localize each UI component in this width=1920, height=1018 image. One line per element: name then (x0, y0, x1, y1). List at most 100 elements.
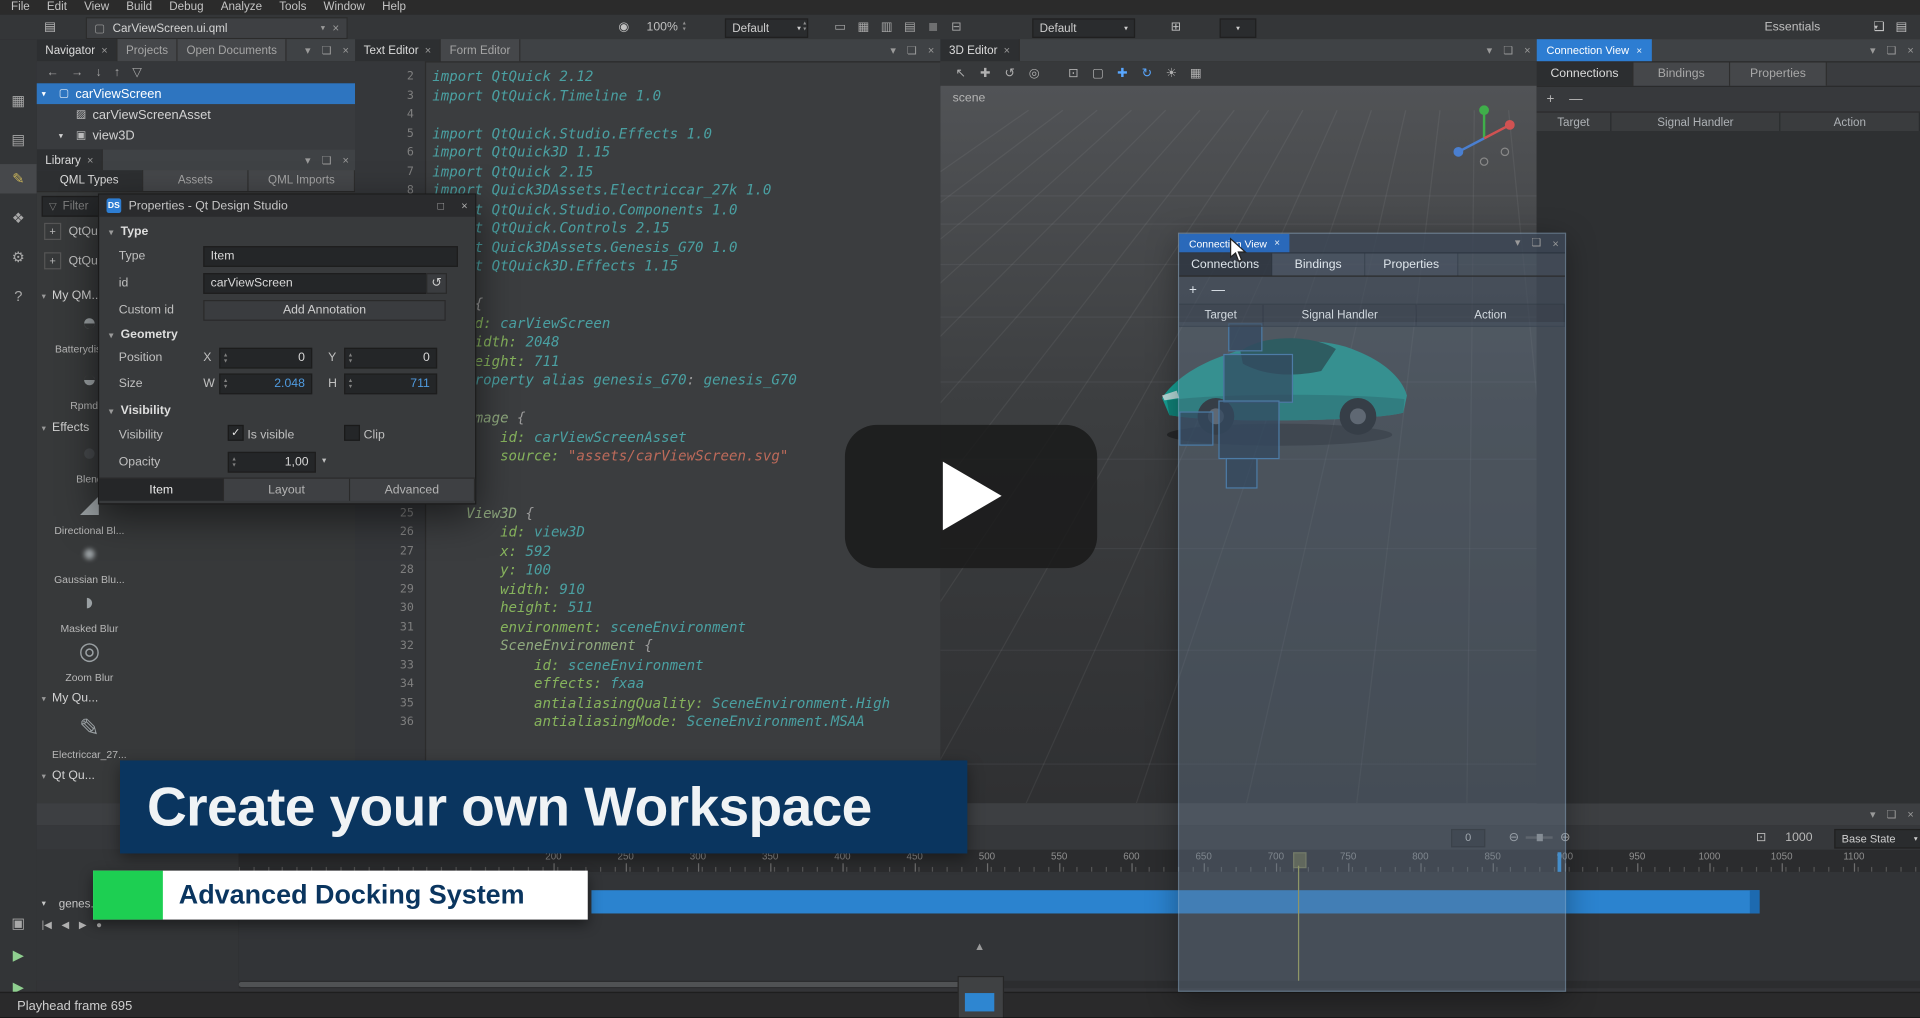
navigator-tab-open-documents[interactable]: Open Documents (178, 39, 287, 61)
chevron-down-icon[interactable]: ▾ (42, 89, 53, 99)
display-icon[interactable]: ▣ (0, 909, 37, 938)
editor-tab-text-editor[interactable]: Text Editor× (355, 39, 441, 61)
camera-tool[interactable]: ▢ (1087, 64, 1108, 84)
add-annotation-button[interactable]: Add Annotation (203, 300, 445, 321)
tab-bindings[interactable]: Bindings (1272, 253, 1365, 275)
reset-id-icon[interactable]: ↺ (426, 273, 447, 294)
style-stepper[interactable]: ▴▾ (803, 15, 806, 39)
chevron-down-icon[interactable]: ▾ (42, 899, 53, 909)
zoom-level[interactable]: 100% ▴▾ (647, 15, 686, 39)
collapse-handle-icon[interactable]: ▲ (965, 940, 994, 952)
filter-icon[interactable]: ▽ (132, 66, 141, 79)
merge-icon[interactable]: ⊟ (947, 20, 967, 33)
properties-tab-advanced[interactable]: Advanced (350, 479, 475, 501)
tab-properties[interactable]: Properties (1730, 62, 1827, 85)
tools-icon[interactable]: ⚙ (0, 242, 37, 271)
move-up-icon[interactable]: ↑ (114, 66, 120, 79)
navigator-tab-projects[interactable]: Projects (117, 39, 177, 61)
play-button[interactable]: ▶ (79, 919, 87, 930)
height-spinbox[interactable]: ▲▼ 711 (344, 373, 437, 394)
section-header[interactable]: ▾My Qu... (42, 692, 99, 705)
menu-edit[interactable]: Edit (38, 0, 75, 15)
clip-checkbox[interactable] (344, 425, 360, 441)
close-icon[interactable]: × (461, 200, 467, 212)
properties-tab-layout[interactable]: Layout (224, 479, 349, 501)
menu-analyze[interactable]: Analyze (212, 0, 271, 15)
tab-connections[interactable]: Connections (1537, 62, 1634, 85)
tree-item-carviewscreen[interactable]: ▾▢carViewScreen (37, 83, 355, 104)
fit-timeline-icon[interactable]: ⊡ (1756, 825, 1766, 849)
component-gaussian-blu[interactable]: ●Gaussian Blu... (39, 539, 139, 586)
menu-build[interactable]: Build (118, 0, 161, 15)
tree-item-view3d[interactable]: ▾▣view3D (37, 125, 355, 146)
float-icon[interactable]: ❏ (1531, 236, 1541, 249)
chevron-down-icon[interactable]: ▾ (321, 23, 325, 33)
opacity-spinbox[interactable]: ▲▼ 1,00 (228, 452, 316, 473)
chevron-down-icon[interactable]: ▾ (322, 456, 326, 466)
horizontal-scrollbar[interactable] (239, 981, 1920, 988)
video-play-button[interactable] (845, 425, 1097, 568)
mini-nav-thumb[interactable] (965, 993, 994, 1011)
rotate-tool[interactable]: ↻ (1136, 64, 1157, 84)
type-section-header[interactable]: ▾ Type (109, 225, 148, 238)
apps-icon[interactable]: ▦ (0, 86, 37, 115)
back-icon[interactable]: ← (47, 66, 59, 79)
state-select[interactable]: Base State ▾ (1834, 829, 1920, 849)
zoom-stepper[interactable]: ▴▾ (683, 21, 686, 33)
style-select[interactable]: Default ▾ (725, 18, 808, 38)
help-icon[interactable]: ? (0, 282, 37, 311)
id-field[interactable]: carViewScreen (203, 273, 436, 294)
hamburger-icon[interactable]: ▤ (44, 15, 56, 39)
close-icon[interactable]: × (425, 44, 431, 56)
collapse-icon[interactable]: ▾ (1487, 43, 1493, 56)
close-icon[interactable]: × (332, 21, 339, 34)
lines-icon[interactable]: ≣ (923, 20, 943, 33)
menu-window[interactable]: Window (315, 0, 374, 15)
editor3d-tab-3d-editor[interactable]: 3D Editor× (940, 39, 1019, 61)
mini-nav-widget[interactable] (958, 976, 1005, 1018)
collapse-icon[interactable]: ▾ (1870, 43, 1876, 56)
menu-debug[interactable]: Debug (161, 0, 212, 15)
timeline-section-bar[interactable] (591, 890, 1759, 913)
run-preview-icon[interactable]: ◉ (618, 15, 629, 39)
collapse-icon[interactable]: ▾ (1515, 236, 1521, 249)
close-icon[interactable]: × (928, 44, 934, 56)
float-icon[interactable]: ❏ (322, 43, 332, 56)
rows-icon[interactable]: ▤ (900, 20, 920, 33)
add-connection-button[interactable]: + (1547, 92, 1555, 107)
y-spinbox[interactable]: ▲▼ 0 (344, 348, 437, 369)
run-icon[interactable]: ▶ (0, 940, 37, 969)
tab-properties[interactable]: Properties (1365, 253, 1458, 275)
is-visible-checkbox[interactable]: ✓ (228, 425, 244, 441)
tab-connection-view[interactable]: Connection View× (1537, 39, 1652, 61)
width-spinbox[interactable]: ▲▼ 2.048 (219, 373, 312, 394)
move-tool[interactable]: ✚ (1112, 64, 1133, 84)
section-header[interactable]: ▾Effects (42, 421, 90, 434)
select-tool[interactable]: ↖ (950, 64, 971, 84)
skip-start-button[interactable]: |◀ (42, 919, 52, 930)
close-icon[interactable]: × (1004, 44, 1010, 56)
collapse-icon[interactable]: ▾ (890, 43, 896, 56)
axis-gizmo[interactable] (1451, 105, 1520, 174)
close-icon[interactable]: × (1636, 45, 1642, 56)
close-icon[interactable]: × (343, 44, 349, 56)
collapse-icon[interactable]: ▾ (305, 43, 311, 56)
grid-tool[interactable]: ▦ (1185, 64, 1206, 84)
grid-icon[interactable]: ⊞ (1171, 15, 1181, 39)
geometry-section-header[interactable]: ▾ Geometry (109, 328, 178, 341)
section-header[interactable]: ▾Qt Qu... (42, 769, 95, 782)
edit-icon[interactable]: ✎ (0, 164, 37, 193)
components-icon[interactable]: ❖ (0, 203, 37, 232)
timeline-section-end[interactable] (1750, 890, 1760, 913)
record-button[interactable]: ● (96, 919, 102, 930)
close-icon[interactable]: × (101, 44, 107, 56)
float-icon[interactable]: ❏ (907, 43, 917, 56)
theme-select[interactable]: Default ▾ (1032, 18, 1135, 38)
document-tab[interactable]: ▢ CarViewScreen.ui.qml ▾ × (86, 17, 348, 39)
menu-help[interactable]: Help (374, 0, 415, 15)
menu-view[interactable]: View (76, 0, 118, 15)
dialog-titlebar[interactable]: DS Properties - Qt Design Studio □ × (99, 195, 475, 217)
forward-icon[interactable]: → (71, 66, 83, 79)
type-field[interactable]: Item (203, 246, 458, 267)
add-connection-button[interactable]: + (1189, 283, 1197, 298)
